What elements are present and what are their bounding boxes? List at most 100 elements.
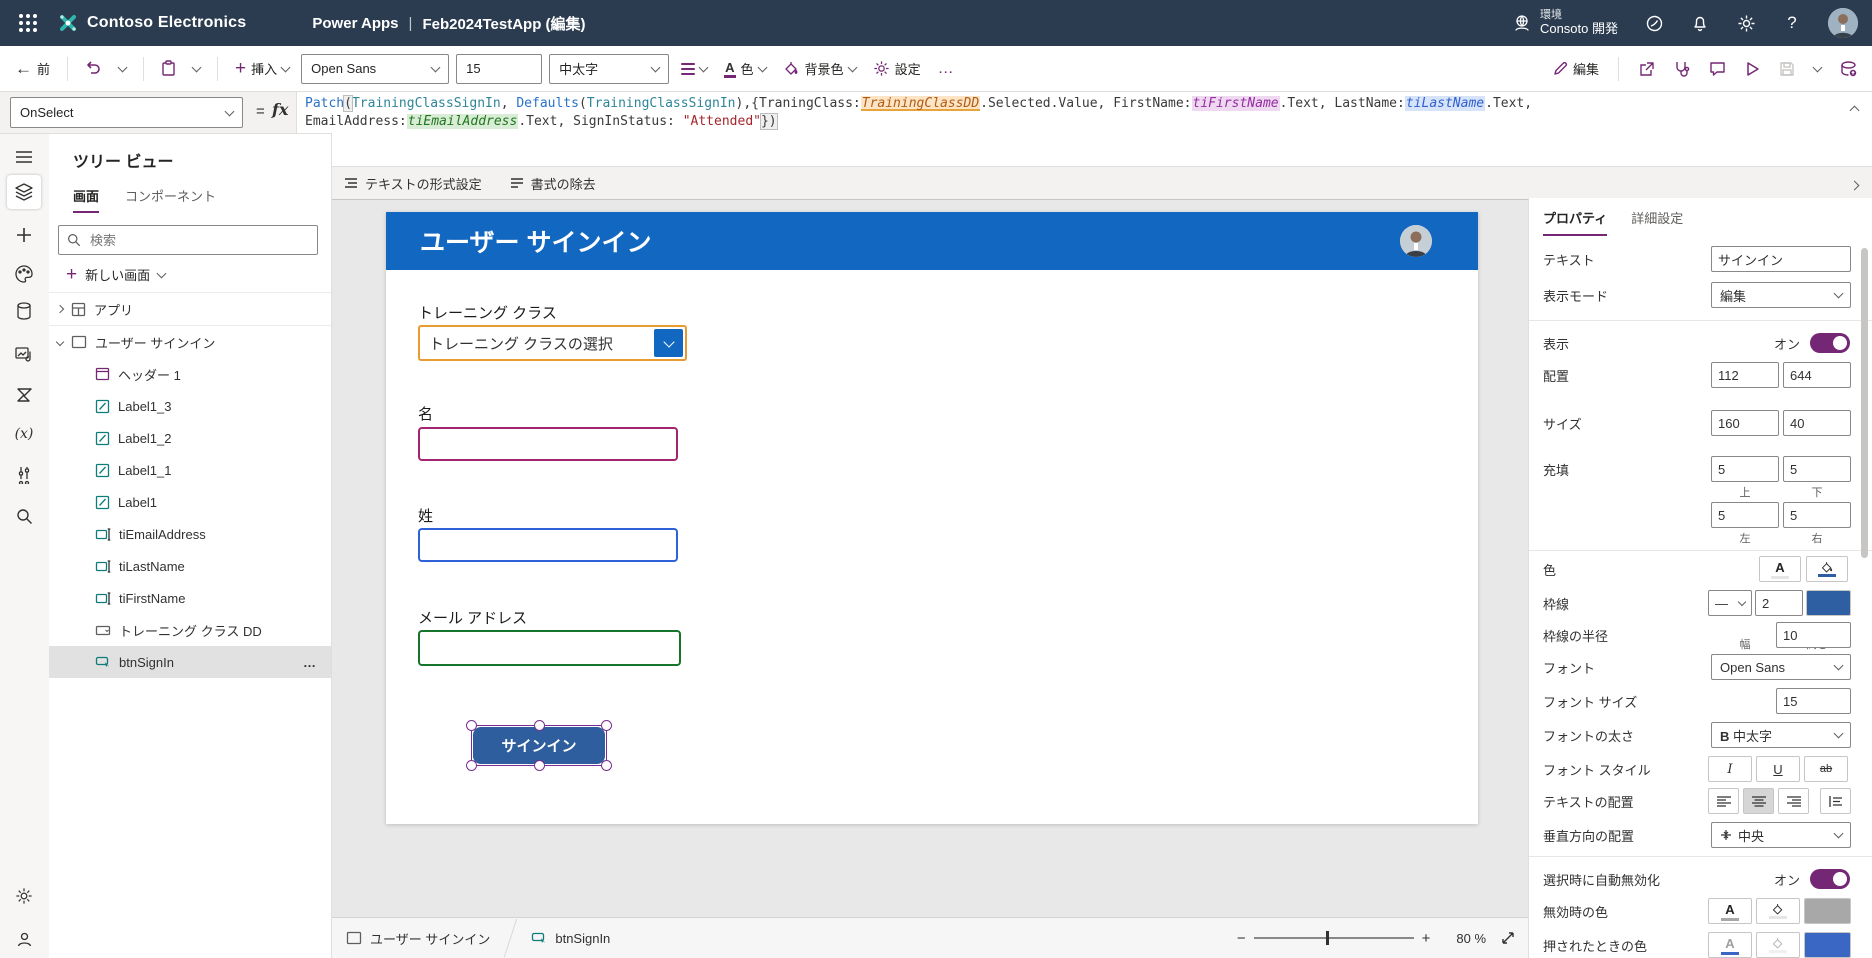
text-value-input[interactable] (1711, 246, 1851, 272)
rail-search-icon[interactable] (7, 499, 41, 533)
waffle-menu-icon[interactable] (13, 8, 43, 38)
font-family-select[interactable]: Open Sans (301, 54, 449, 84)
dropdown-chevron-icon[interactable] (654, 329, 683, 357)
tree-item-tiemailaddress[interactable]: tiEmailAddress (49, 518, 331, 550)
breadcrumb-control[interactable]: btnSignIn (517, 931, 624, 946)
format-text-button[interactable]: テキストの形式設定 (344, 174, 482, 193)
sign-in-button[interactable]: サインイン (473, 727, 605, 764)
formula-editor[interactable]: Patch(TrainingClassSignIn, Defaults(Trai… (296, 92, 1872, 166)
padding-left-input[interactable] (1711, 502, 1779, 528)
breadcrumb-screen[interactable]: ユーザー サインイン (332, 929, 504, 948)
chevron-down-icon[interactable] (56, 338, 64, 346)
tree-item-tilastname[interactable]: tiLastName (49, 550, 331, 582)
tree-item-screen[interactable]: ユーザー サインイン (49, 326, 331, 358)
padding-bottom-input[interactable] (1783, 456, 1851, 482)
edit-mode-button[interactable]: 編集 (1548, 55, 1604, 82)
font-weight-select[interactable]: B 中太字 (1711, 722, 1851, 748)
tab-advanced[interactable]: 詳細設定 (1631, 208, 1683, 236)
pressed-font-color-picker[interactable]: A (1708, 932, 1752, 958)
tree-item-label1[interactable]: Label1 (49, 486, 331, 518)
strikethrough-button[interactable]: ab (1804, 756, 1848, 782)
resize-handle-n[interactable] (534, 720, 545, 731)
resize-handle-s[interactable] (534, 760, 545, 771)
fill-color-button[interactable]: 背景色 (778, 55, 861, 82)
align-left-button[interactable] (1708, 788, 1739, 814)
settings-gear-icon[interactable] (1736, 13, 1756, 33)
vertical-align-select[interactable]: 中央 (1711, 822, 1851, 848)
resize-handle-se[interactable] (601, 760, 612, 771)
padding-right-input[interactable] (1783, 502, 1851, 528)
new-screen-button[interactable]: + 新しい画面 (66, 265, 331, 284)
padding-top-input[interactable] (1711, 456, 1779, 482)
rail-data-icon[interactable] (7, 294, 41, 328)
resize-handle-sw[interactable] (466, 760, 477, 771)
border-style-select[interactable]: — (1708, 590, 1752, 616)
italic-button[interactable]: I (1708, 756, 1752, 782)
font-size-input[interactable] (1776, 688, 1851, 714)
rail-tree-view-icon[interactable] (7, 175, 41, 209)
screen-header[interactable]: ユーザー サインイン (386, 212, 1478, 270)
rail-tests-icon[interactable] (7, 458, 41, 492)
tree-item-header1[interactable]: ヘッダー 1 (49, 358, 331, 390)
panel-scrollbar[interactable] (1861, 248, 1868, 558)
rail-settings-gear-icon[interactable] (7, 879, 41, 913)
position-x-input[interactable] (1711, 362, 1779, 388)
disabled-color-swatch[interactable] (1804, 898, 1851, 924)
tree-search-box[interactable] (58, 225, 318, 255)
tree-item-label1-1[interactable]: Label1_1 (49, 454, 331, 486)
email-input[interactable] (418, 630, 681, 666)
zoom-slider[interactable] (1254, 937, 1414, 939)
app-screen[interactable]: ユーザー サインイン トレーニング クラス トレーニング クラスの選択 名 姓 (386, 212, 1478, 824)
resize-handle-nw[interactable] (466, 720, 477, 731)
rail-variables-icon[interactable]: (x) (7, 417, 41, 451)
font-select[interactable]: Open Sans (1711, 654, 1851, 680)
formula-bar-collapse-chevron[interactable] (1851, 102, 1858, 117)
rail-insert-icon[interactable] (7, 218, 41, 252)
tree-item-training-class-dd[interactable]: トレーニング クラス DD (49, 614, 331, 646)
border-color-swatch[interactable] (1806, 590, 1851, 616)
environment-picker[interactable]: 環境 Consoto 開発 (1512, 9, 1618, 37)
underline-button[interactable]: U (1756, 756, 1800, 782)
item-more-button[interactable]: … (303, 655, 317, 670)
remove-formatting-button[interactable]: 書式の除去 (510, 174, 596, 193)
chevron-right-icon[interactable] (56, 305, 64, 313)
help-icon[interactable]: ? (1782, 13, 1802, 33)
notifications-bell-icon[interactable] (1690, 13, 1710, 33)
rail-media-icon[interactable] (7, 337, 41, 371)
product-name[interactable]: Power Apps (312, 15, 398, 32)
training-class-dropdown[interactable]: トレーニング クラスの選択 (418, 325, 687, 361)
position-y-input[interactable] (1783, 362, 1851, 388)
rail-theme-palette-icon[interactable] (7, 257, 41, 291)
search-input[interactable] (88, 232, 309, 249)
zoom-in-button[interactable]: + (1414, 930, 1439, 947)
font-size-select[interactable]: 15 (456, 54, 542, 84)
align-right-button[interactable] (1778, 788, 1809, 814)
formula-footer-expand-chevron[interactable] (1851, 177, 1858, 192)
preview-play-button[interactable] (1740, 57, 1765, 81)
first-name-input[interactable] (418, 427, 678, 461)
rail-menu-icon[interactable] (7, 140, 41, 174)
tree-item-app[interactable]: アプリ (49, 293, 331, 325)
display-mode-select[interactable]: 編集 (1711, 282, 1851, 308)
border-radius-input[interactable] (1776, 622, 1851, 648)
tab-components[interactable]: コンポーネント (125, 186, 216, 213)
comments-button[interactable] (1704, 57, 1731, 81)
size-width-input[interactable] (1711, 410, 1779, 436)
text-align-button[interactable] (676, 59, 712, 79)
align-center-button[interactable] (1743, 788, 1774, 814)
zoom-out-button[interactable]: − (1229, 930, 1254, 947)
undo-button[interactable] (80, 57, 107, 80)
pressed-color-swatch[interactable] (1804, 932, 1851, 958)
fit-to-window-button[interactable] (1500, 930, 1516, 946)
border-width-input[interactable] (1755, 590, 1803, 616)
auto-disable-toggle[interactable] (1810, 869, 1850, 889)
user-avatar[interactable] (1828, 8, 1858, 38)
disabled-font-color-picker[interactable]: A (1708, 898, 1752, 924)
paste-dropdown-chevron[interactable] (188, 63, 205, 75)
tree-item-label1-2[interactable]: Label1_2 (49, 422, 331, 454)
save-dropdown-chevron[interactable] (1809, 63, 1826, 75)
undo-dropdown-chevron[interactable] (114, 63, 131, 75)
size-height-input[interactable] (1783, 410, 1851, 436)
font-color-picker[interactable]: A (1759, 556, 1801, 582)
tree-item-btnsignin[interactable]: btnSignIn … (49, 646, 331, 678)
